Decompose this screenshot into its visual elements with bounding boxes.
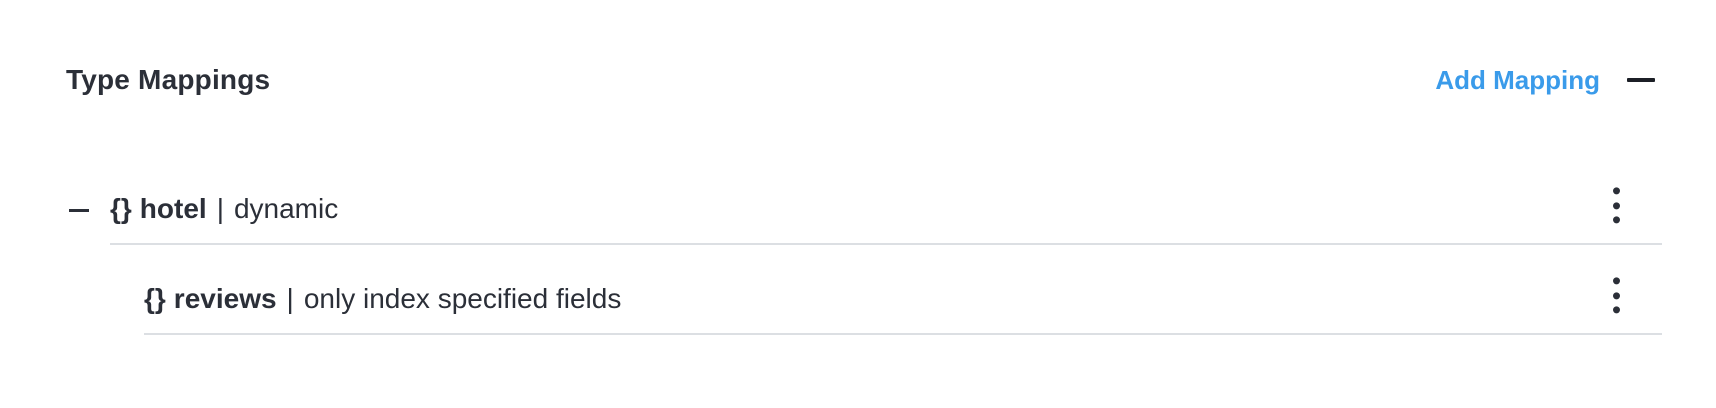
kebab-menu-icon[interactable] (1606, 187, 1626, 224)
type-mappings-header: Type Mappings Add Mapping (66, 60, 1656, 100)
mapping-name: reviews (173, 283, 277, 314)
dot (1612, 187, 1620, 195)
mapping-label: {} hotel | dynamic (110, 193, 338, 225)
collapse-hotel-toggle[interactable] (68, 206, 90, 214)
mapping-row-hotel[interactable]: {} hotel | dynamic (110, 175, 1662, 245)
mapping-name: hotel (139, 193, 207, 224)
mapping-label: {} reviews | only index specified fields (144, 283, 621, 315)
dot (1612, 201, 1620, 209)
dot (1612, 306, 1620, 314)
mapping-description: dynamic (233, 193, 339, 224)
collapse-section-button[interactable] (1626, 65, 1656, 95)
dot (1612, 291, 1620, 299)
section-title: Type Mappings (66, 64, 271, 95)
object-braces-icon: {} (144, 283, 166, 314)
header-actions: Add Mapping (1435, 65, 1656, 96)
separator: | (286, 283, 294, 314)
type-mappings-panel: Type Mappings Add Mapping {} hotel | dyn… (0, 0, 1716, 408)
dot (1612, 277, 1620, 285)
minus-icon (69, 208, 89, 212)
minus-icon (1627, 78, 1655, 82)
mapping-row-reviews[interactable]: {} reviews | only index specified fields (144, 265, 1662, 335)
add-mapping-button[interactable]: Add Mapping (1435, 65, 1600, 96)
kebab-menu-icon[interactable] (1606, 277, 1626, 314)
mapping-description: only index specified fields (303, 283, 622, 314)
object-braces-icon: {} (110, 193, 132, 224)
separator: | (216, 193, 224, 224)
dot (1612, 216, 1620, 224)
